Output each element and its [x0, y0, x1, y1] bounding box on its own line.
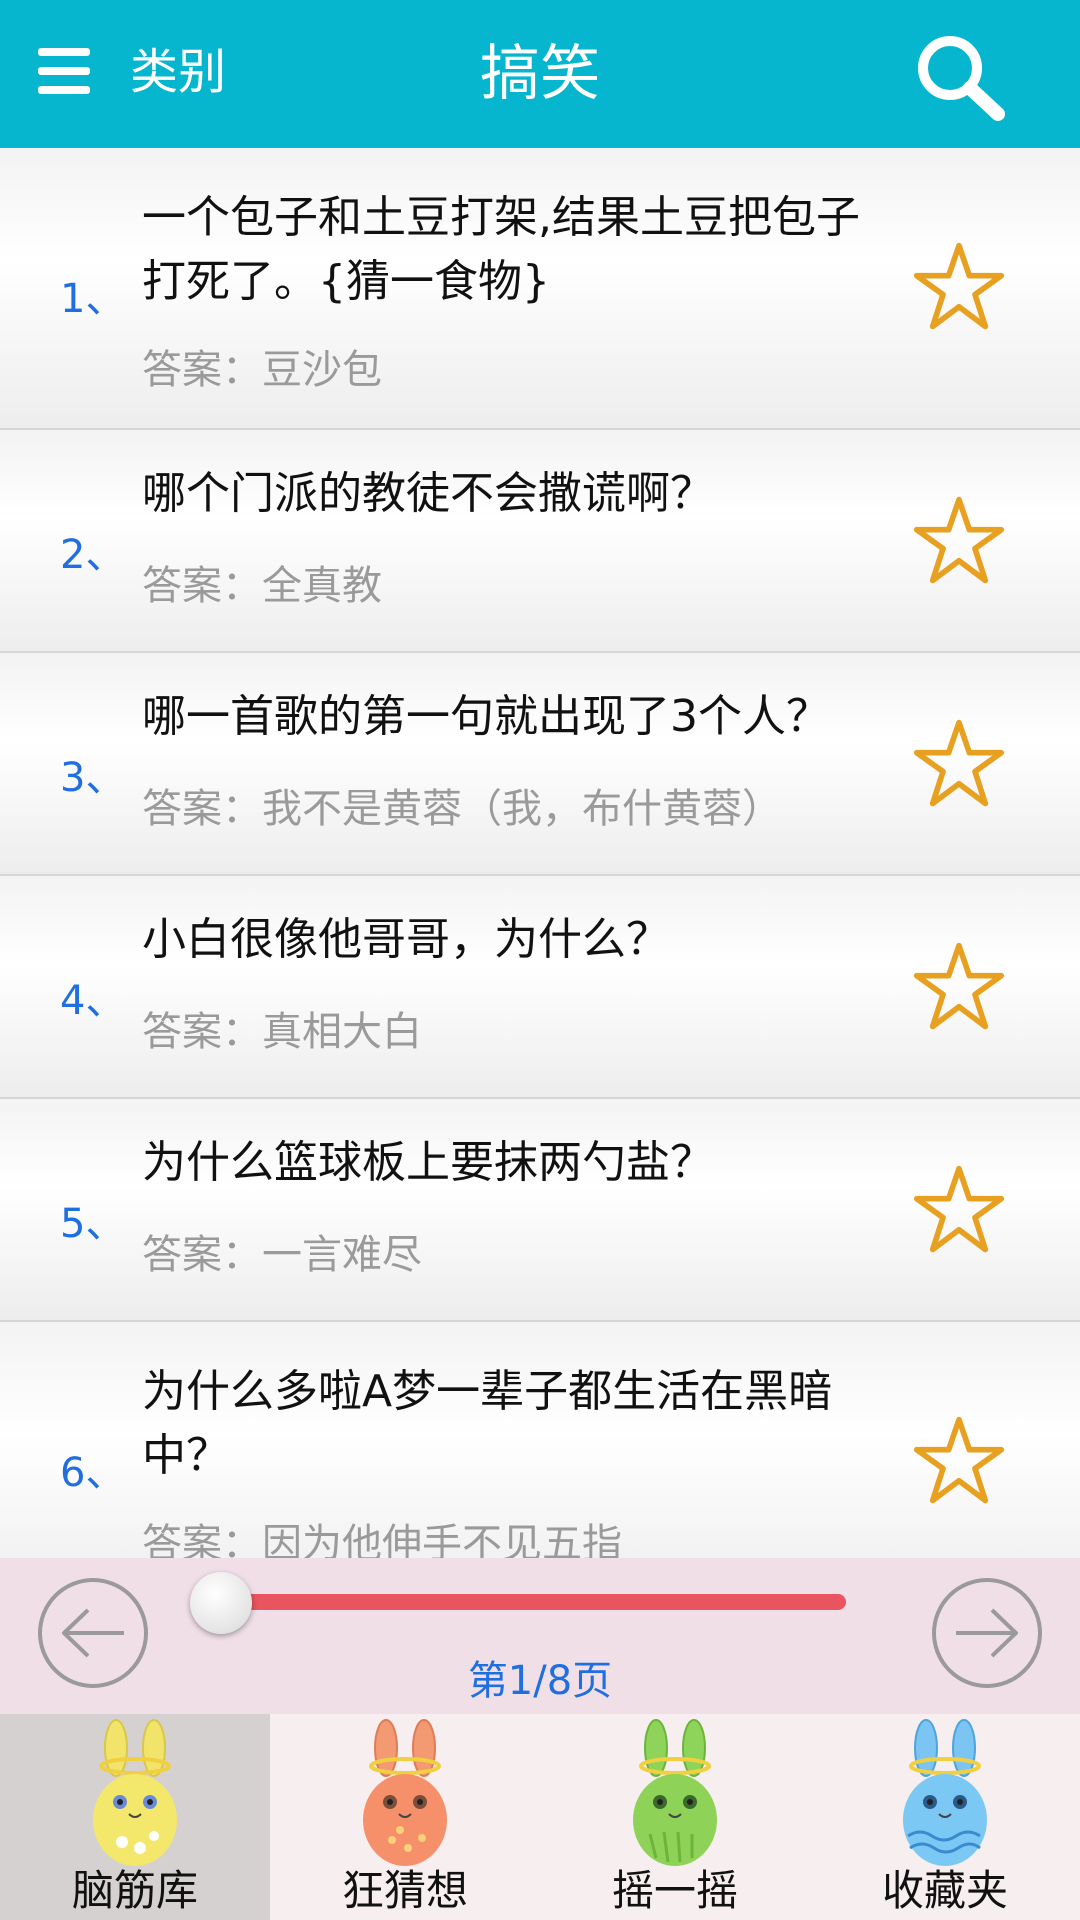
item-number: 3、	[60, 755, 126, 801]
answer-text: 答案：豆沙包	[142, 347, 382, 393]
tab-label: 收藏夹	[881, 1866, 1008, 1915]
search-icon[interactable]	[910, 30, 1010, 122]
bottom-tab-bar: 脑筋库 狂猜想 摇一摇 收藏夹	[0, 1714, 1080, 1920]
tab-label: 摇一摇	[611, 1866, 738, 1915]
star-icon[interactable]	[912, 717, 1006, 811]
item-number: 2、	[60, 532, 126, 578]
tab-label: 狂猜想	[341, 1866, 468, 1915]
answer-text: 答案：真相大白	[142, 1009, 422, 1055]
green-bunny-icon	[633, 1719, 717, 1866]
item-number: 4、	[60, 978, 126, 1024]
star-icon[interactable]	[912, 1414, 1006, 1508]
answer-text: 答案：我不是黄蓉（我，布什黄蓉）	[142, 786, 782, 832]
list-item[interactable]: 4、 小白很像他哥哥，为什么？ 答案：真相大白	[0, 876, 1080, 1099]
orange-bunny-icon	[363, 1719, 447, 1866]
tab-favorites[interactable]: 收藏夹	[810, 1714, 1080, 1920]
tab-brain-library[interactable]: 脑筋库	[0, 1714, 270, 1920]
list-item[interactable]: 3、 哪一首歌的第一句就出现了3个人？ 答案：我不是黄蓉（我，布什黄蓉）	[0, 653, 1080, 876]
page-slider-knob[interactable]	[190, 1572, 252, 1634]
list-item[interactable]: 5、 为什么篮球板上要抹两勺盐？ 答案：一言难尽	[0, 1099, 1080, 1322]
page-indicator: 第1/8页	[467, 1658, 613, 1704]
tab-shake[interactable]: 摇一摇	[540, 1714, 810, 1920]
question-text: 一个包子和土豆打架,结果土豆把包子打死了。{猜一食物}	[142, 192, 860, 307]
star-icon[interactable]	[912, 1163, 1006, 1257]
answer-text: 答案：一言难尽	[142, 1232, 422, 1278]
answer-text: 答案：因为他伸手不见五指	[142, 1521, 622, 1558]
tab-label: 脑筋库	[71, 1866, 198, 1915]
star-icon[interactable]	[912, 940, 1006, 1034]
question-text: 哪个门派的教徒不会撒谎啊？	[142, 468, 714, 519]
star-icon[interactable]	[912, 240, 1006, 334]
question-text: 哪一首歌的第一句就出现了3个人？	[142, 691, 830, 742]
tab-wild-guess[interactable]: 狂猜想	[270, 1714, 540, 1920]
list-item[interactable]: 2、 哪个门派的教徒不会撒谎啊？ 答案：全真教	[0, 430, 1080, 653]
item-number: 6、	[60, 1450, 126, 1496]
list-item[interactable]: 6、 为什么多啦A梦一辈子都生活在黑暗中？ 答案：因为他伸手不见五指	[0, 1322, 1080, 1558]
question-text: 为什么多啦A梦一辈子都生活在黑暗中？	[142, 1366, 833, 1481]
question-text: 为什么篮球板上要抹两勺盐？	[142, 1137, 714, 1188]
star-icon[interactable]	[912, 494, 1006, 588]
item-number: 1、	[60, 276, 126, 322]
top-bar: 类别 搞笑	[0, 0, 1080, 148]
pager-bar: 第1/8页	[0, 1558, 1080, 1714]
blue-bunny-icon	[903, 1719, 987, 1866]
question-text: 小白很像他哥哥，为什么？	[142, 914, 670, 965]
answer-text: 答案：全真教	[142, 563, 382, 609]
list-item[interactable]: 1、 一个包子和土豆打架,结果土豆把包子打死了。{猜一食物} 答案：豆沙包	[0, 148, 1080, 430]
riddle-list[interactable]: 1、 一个包子和土豆打架,结果土豆把包子打死了。{猜一食物} 答案：豆沙包 2、…	[0, 148, 1080, 1558]
yellow-bunny-icon	[93, 1719, 177, 1866]
item-number: 5、	[60, 1201, 126, 1247]
page-slider-track[interactable]	[218, 1594, 846, 1610]
